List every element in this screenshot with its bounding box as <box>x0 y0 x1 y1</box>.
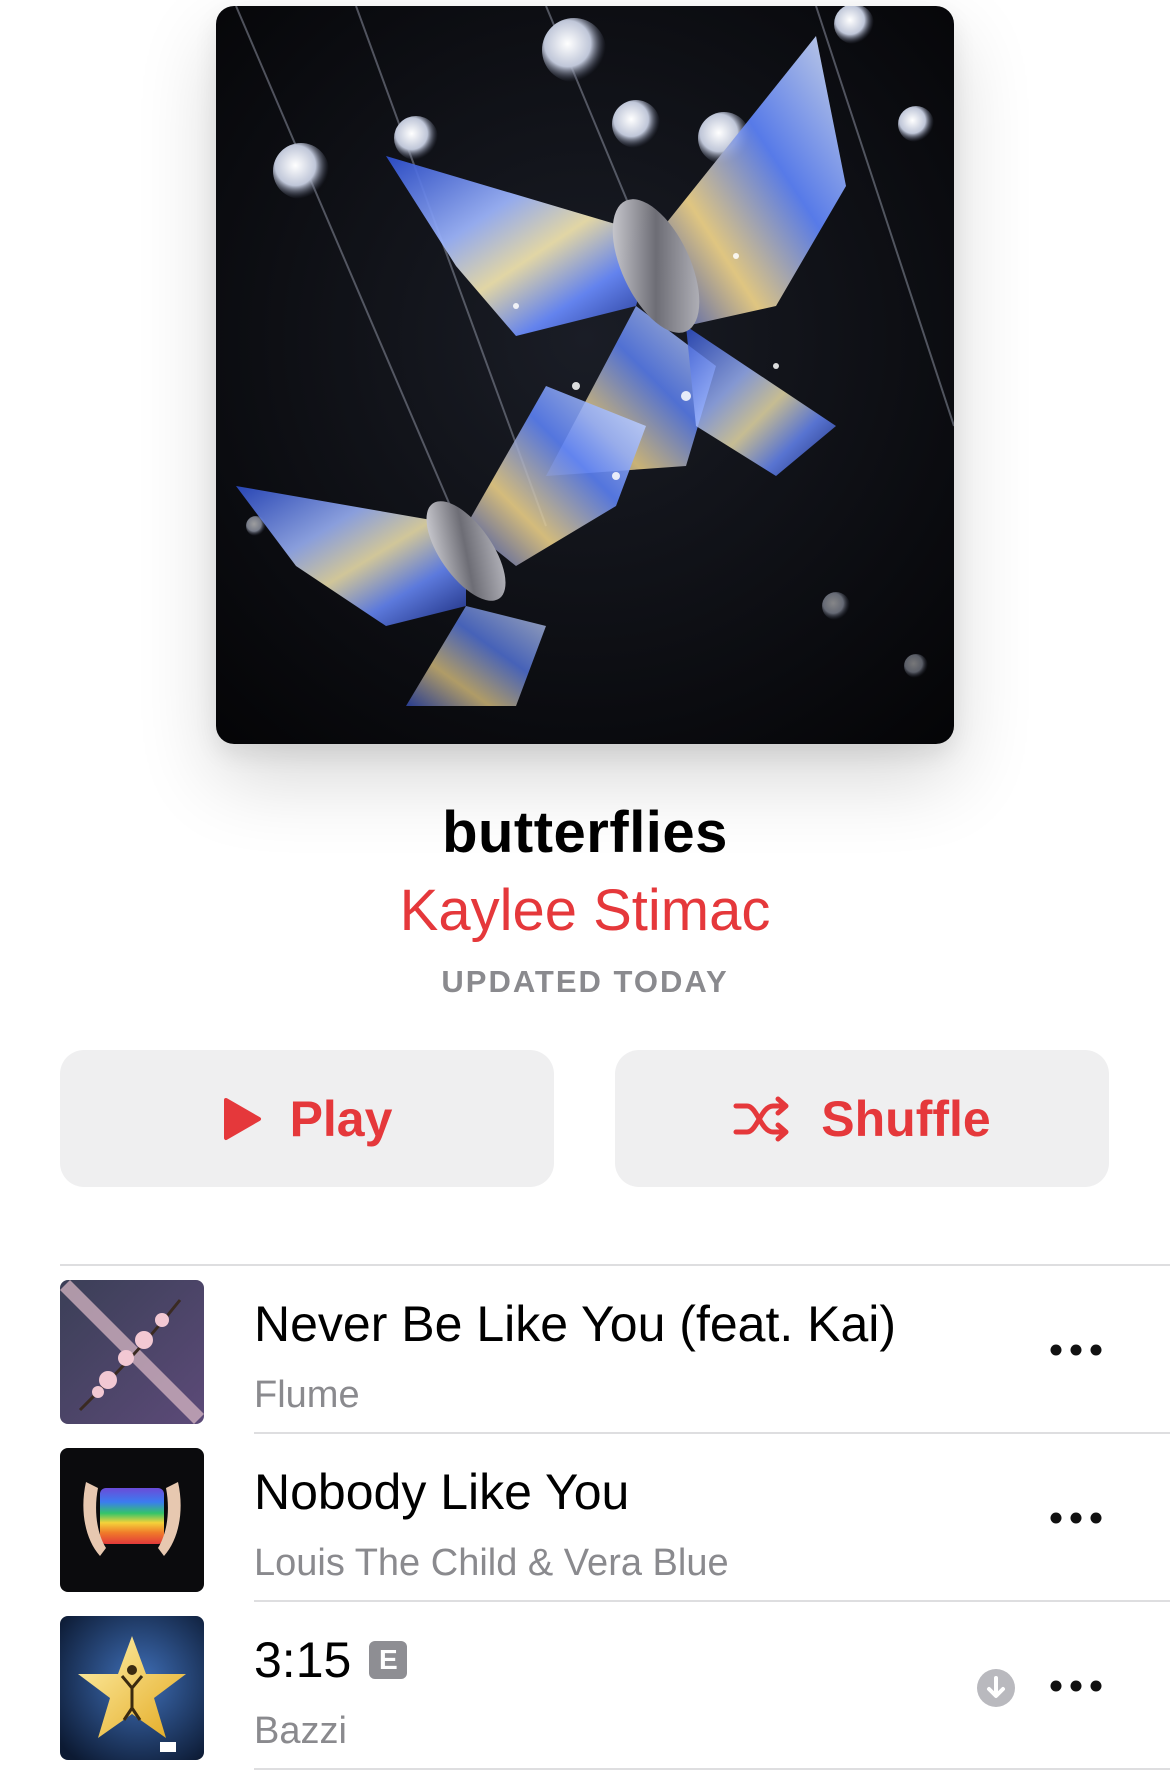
playlist-updated-label: UPDATED TODAY <box>441 964 729 999</box>
louis-the-child-cover-image <box>60 1448 204 1592</box>
flume-cover-image <box>60 1280 204 1424</box>
shuffle-icon <box>733 1096 789 1141</box>
playlist-curator-link[interactable]: Kaylee Stimac <box>0 876 1170 946</box>
butterflies-artwork-image <box>216 6 954 744</box>
track-title: Nobody Like You <box>254 1464 630 1520</box>
playlist-title: butterflies <box>442 800 728 865</box>
play-icon <box>223 1097 261 1140</box>
track-artist: Bazzi <box>254 1710 347 1752</box>
track-title: Never Be Like You (feat. Kai) <box>254 1296 897 1352</box>
track-artist: Flume <box>254 1374 360 1416</box>
track-row[interactable]: Never Be Like You (feat. Kai) Flume <box>0 1266 1170 1434</box>
shuffle-button-label: Shuffle <box>821 1090 991 1147</box>
track-artist: Louis The Child & Vera Blue <box>254 1542 729 1584</box>
explicit-badge: E <box>369 1641 408 1679</box>
play-button-label: Play <box>289 1090 393 1147</box>
row-divider <box>254 1768 1170 1770</box>
play-button[interactable]: Play <box>60 1050 554 1187</box>
track-artwork <box>60 1280 204 1424</box>
track-title: 3:15 <box>254 1632 352 1688</box>
ellipsis-icon[interactable] <box>1046 1666 1106 1706</box>
track-row[interactable]: 3:15 E Bazzi <box>0 1602 1170 1770</box>
download-icon <box>977 1669 1015 1707</box>
track-row[interactable]: Nobody Like You Louis The Child & Vera B… <box>0 1434 1170 1602</box>
playlist-artwork <box>216 6 954 744</box>
ellipsis-icon[interactable] <box>1046 1330 1106 1370</box>
bazzi-cover-image <box>60 1616 204 1760</box>
shuffle-button[interactable]: Shuffle <box>615 1050 1109 1187</box>
track-artwork <box>60 1448 204 1592</box>
ellipsis-icon[interactable] <box>1046 1498 1106 1538</box>
track-artwork <box>60 1616 204 1760</box>
